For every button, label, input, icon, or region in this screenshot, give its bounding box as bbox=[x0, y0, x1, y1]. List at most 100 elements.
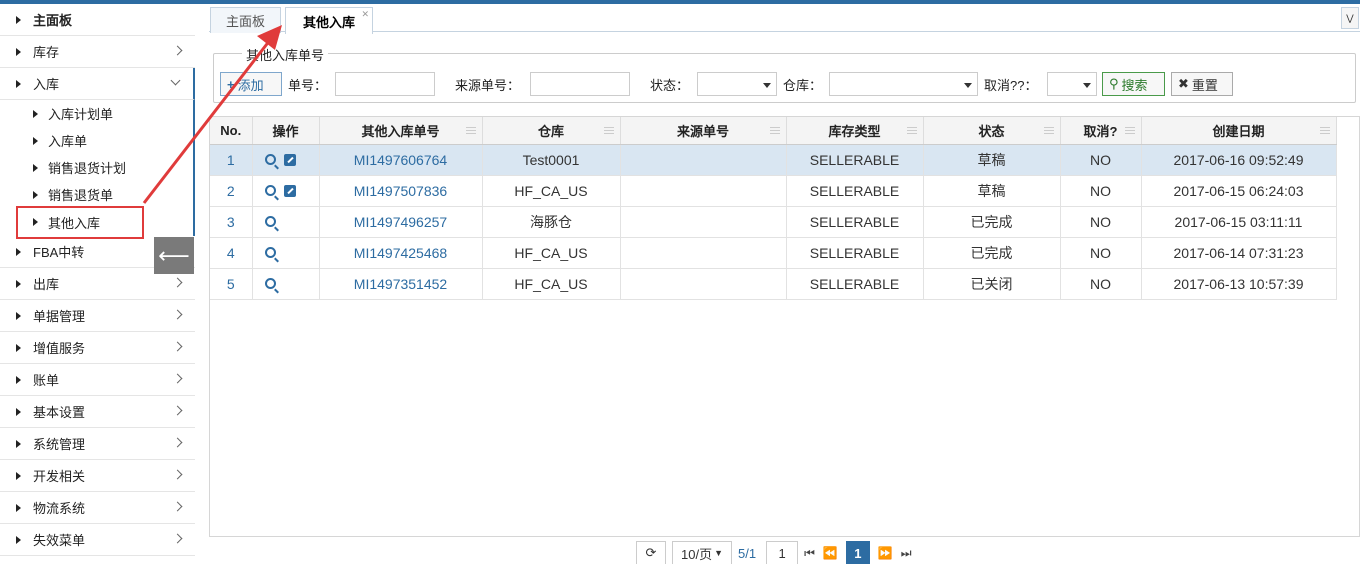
column-menu-icon[interactable] bbox=[465, 127, 476, 134]
status-select[interactable] bbox=[697, 72, 777, 96]
column-menu-icon[interactable] bbox=[1124, 127, 1135, 134]
sidebar-subitem-inbound-order[interactable]: 入库单 bbox=[0, 127, 195, 154]
sidebar-subitem-inbound-plan[interactable]: 入库计划单 bbox=[0, 100, 195, 127]
caret-down-icon: ▼ bbox=[714, 548, 723, 558]
column-header-order-no[interactable]: 其他入库单号 bbox=[319, 117, 483, 145]
tab-scroll-button[interactable]: ⋁ bbox=[1341, 7, 1359, 29]
prev-page-icon[interactable]: ⏪ bbox=[823, 546, 838, 560]
sidebar-item-label: 库存 bbox=[33, 45, 60, 60]
sidebar-subitem-return-order[interactable]: 销售退货单 bbox=[0, 181, 195, 208]
sidebar-item-label: FBA中转 bbox=[33, 245, 85, 260]
column-menu-icon[interactable] bbox=[603, 127, 614, 134]
table-row[interactable]: 1 MI1497606764 Test0001 SELLERABLE 草稿 NO 2017-… bbox=[210, 144, 1337, 176]
page-size-value: 10/页 bbox=[681, 546, 713, 562]
tab-dashboard[interactable]: 主面板 bbox=[210, 7, 281, 33]
caret-down-icon bbox=[1083, 83, 1091, 88]
sidebar-subitem-return-plan[interactable]: 销售退货计划 bbox=[0, 154, 195, 181]
sidebar-item-dashboard[interactable]: 主面板 bbox=[0, 4, 195, 36]
sidebar-item-inbound[interactable]: 入库 bbox=[0, 68, 195, 100]
sidebar-item-basic-settings[interactable]: 基本设置 bbox=[0, 396, 195, 428]
edit-icon[interactable] bbox=[283, 184, 296, 197]
order-no-link[interactable]: MI1497425468 bbox=[319, 237, 483, 269]
table-row[interactable]: 3 MI1497496257 海豚仓 SELLERABLE 已完成 NO 2017-06-1… bbox=[210, 206, 1337, 238]
current-page-button[interactable]: 1 bbox=[845, 541, 870, 564]
order-no-input[interactable] bbox=[335, 72, 435, 96]
cancelled-cell: NO bbox=[1060, 237, 1142, 269]
column-header-status[interactable]: 状态 bbox=[923, 117, 1061, 145]
view-icon[interactable] bbox=[264, 154, 276, 165]
last-page-icon[interactable]: ⏭ bbox=[901, 546, 912, 561]
sidebar-item-documents[interactable]: 单据管理 bbox=[0, 300, 195, 332]
sidebar-item-inventory[interactable]: 库存 bbox=[0, 36, 195, 68]
column-header-cancelled[interactable]: 取消? bbox=[1060, 117, 1142, 145]
sidebar-subitem-label: 销售退货单 bbox=[48, 188, 114, 203]
column-menu-icon[interactable] bbox=[1319, 127, 1330, 134]
column-header-actions[interactable]: 操作 bbox=[252, 117, 320, 145]
source-no-cell bbox=[620, 144, 787, 176]
sidebar-subitem-label: 入库计划单 bbox=[48, 107, 114, 122]
sidebar-item-billing[interactable]: 账单 bbox=[0, 364, 195, 396]
add-button-label: 添加 bbox=[237, 77, 264, 93]
chevron-right-icon bbox=[172, 533, 183, 544]
source-no-input[interactable] bbox=[530, 72, 630, 96]
view-icon[interactable] bbox=[264, 185, 276, 196]
cancel-select[interactable] bbox=[1047, 72, 1097, 96]
column-header-created[interactable]: 创建日期 bbox=[1141, 117, 1337, 145]
add-button[interactable]: + 添加 bbox=[220, 72, 282, 96]
warehouse-cell: HF_CA_US bbox=[482, 237, 621, 269]
refresh-button[interactable]: ⟳ bbox=[636, 541, 666, 564]
cancelled-cell: NO bbox=[1060, 144, 1142, 176]
search-icon: ⚲ bbox=[1109, 76, 1119, 91]
next-page-icon[interactable]: ⏩ bbox=[878, 546, 893, 560]
tab-other-inbound[interactable]: 其他入库 ✕ bbox=[285, 7, 373, 34]
plus-icon: + bbox=[227, 76, 235, 92]
stock-type-cell: SELLERABLE bbox=[786, 268, 924, 300]
first-page-icon[interactable]: ⏮ bbox=[804, 546, 815, 561]
order-no-link[interactable]: MI1497351452 bbox=[319, 268, 483, 300]
caret-right-icon bbox=[16, 247, 21, 256]
table-row[interactable]: 2 MI1497507836 HF_CA_US SELLERABLE 草稿 NO 2017-… bbox=[210, 175, 1337, 207]
page-number-input[interactable]: 1 bbox=[766, 541, 799, 564]
close-icon[interactable]: ✕ bbox=[361, 9, 369, 20]
column-header-no[interactable]: No. bbox=[210, 117, 253, 145]
column-menu-icon[interactable] bbox=[769, 127, 780, 134]
table-row[interactable]: 4 MI1497425468 HF_CA_US SELLERABLE 已完成 NO 2017… bbox=[210, 237, 1337, 269]
sidebar-item-label: 主面板 bbox=[33, 13, 73, 28]
order-no-link[interactable]: MI1497507836 bbox=[319, 175, 483, 207]
column-header-warehouse[interactable]: 仓库 bbox=[482, 117, 621, 145]
edit-icon[interactable] bbox=[283, 153, 296, 166]
search-button[interactable]: ⚲ 搜索 bbox=[1102, 72, 1165, 96]
order-no-link[interactable]: MI1497496257 bbox=[319, 206, 483, 238]
page-size-select[interactable]: 10/页 ▼ bbox=[672, 541, 732, 564]
view-icon[interactable] bbox=[264, 278, 276, 289]
column-header-stock-type[interactable]: 库存类型 bbox=[786, 117, 924, 145]
warehouse-cell: HF_CA_US bbox=[482, 268, 621, 300]
column-menu-icon[interactable] bbox=[906, 127, 917, 134]
caret-right-icon bbox=[16, 503, 21, 512]
sidebar-collapse-button[interactable]: ⟵ bbox=[154, 237, 194, 274]
caret-right-icon bbox=[33, 163, 38, 172]
view-icon[interactable] bbox=[264, 216, 276, 227]
table-header-row: No. 操作 其他入库单号 仓库 来源单号 库存类型 状态 取消? 创建日期 bbox=[210, 117, 1337, 145]
sidebar-item-dev[interactable]: 开发相关 bbox=[0, 460, 195, 492]
refresh-icon: ⟳ bbox=[645, 545, 657, 560]
column-header-source-no[interactable]: 来源单号 bbox=[620, 117, 787, 145]
sidebar-item-invalid-menu[interactable]: 失效菜单 bbox=[0, 524, 195, 556]
sidebar-item-value-added[interactable]: 增值服务 bbox=[0, 332, 195, 364]
reset-button[interactable]: ✖ 重置 bbox=[1171, 72, 1233, 96]
sidebar: 主面板 库存 入库 入库计划单 入库单 销售退货计划 销售退货单 其他入库 FB… bbox=[0, 4, 195, 564]
column-menu-icon[interactable] bbox=[1043, 127, 1054, 134]
header-label: 仓库 bbox=[537, 123, 564, 139]
sidebar-item-system[interactable]: 系统管理 bbox=[0, 428, 195, 460]
table-row[interactable]: 5 MI1497351452 HF_CA_US SELLERABLE 已关闭 NO 2017… bbox=[210, 268, 1337, 300]
view-icon[interactable] bbox=[264, 247, 276, 258]
order-no-link[interactable]: MI1497606764 bbox=[319, 144, 483, 176]
warehouse-select[interactable] bbox=[829, 72, 978, 96]
header-label: 来源单号 bbox=[676, 123, 729, 139]
sidebar-item-label: 账单 bbox=[33, 373, 60, 388]
sidebar-item-logistics[interactable]: 物流系统 bbox=[0, 492, 195, 524]
tab-label: 其他入库 bbox=[302, 14, 355, 30]
header-label: 操作 bbox=[272, 123, 299, 139]
chevron-right-icon bbox=[172, 373, 183, 384]
double-chevron-down-icon: ⋁ bbox=[1346, 12, 1354, 23]
